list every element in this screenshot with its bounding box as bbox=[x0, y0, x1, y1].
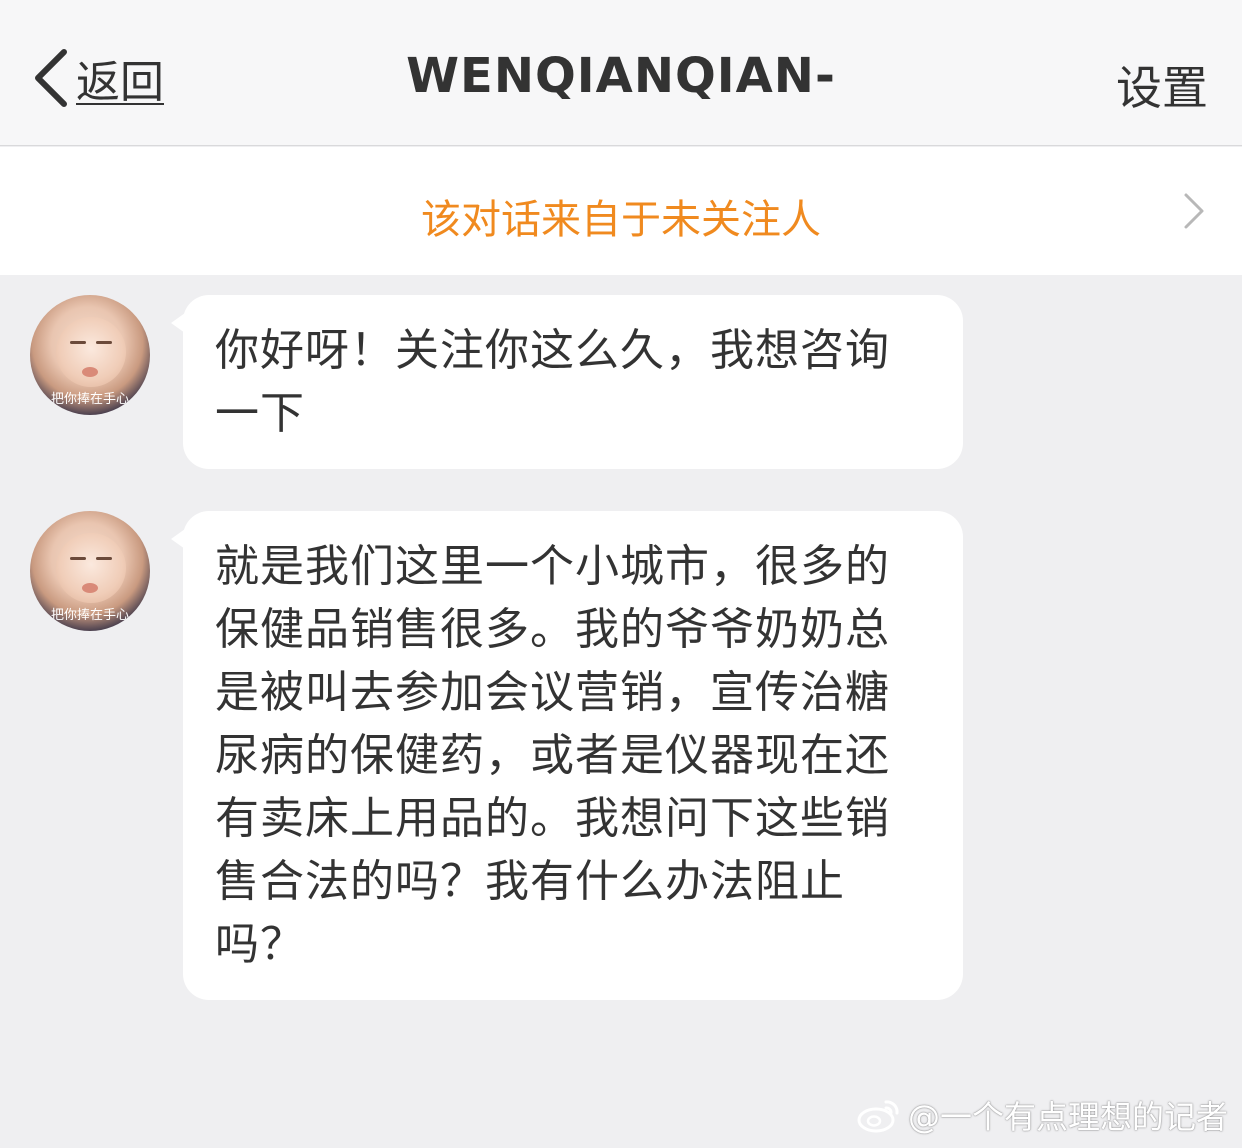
navigation-bar: 返回 WENQIANQIAN- 设置 bbox=[0, 0, 1242, 146]
settings-button[interactable]: 设置 bbox=[1116, 52, 1208, 118]
notice-text: 该对话来自于未关注人 bbox=[421, 197, 821, 243]
unfollowed-notice-banner[interactable]: 该对话来自于未关注人 bbox=[0, 147, 1242, 275]
weibo-logo-icon bbox=[857, 1100, 899, 1133]
avatar[interactable]: 把你捧在手心 bbox=[30, 295, 150, 415]
avatar[interactable]: 把你捧在手心 bbox=[30, 511, 150, 631]
message-text: 你好呀！关注你这么久，我想咨询一下 bbox=[215, 325, 890, 439]
message-text: 就是我们这里一个小城市，很多的保健品销售很多。我的爷爷奶奶总是被叫去参加会议营销… bbox=[215, 541, 890, 970]
conversation-title: WENQIANQIAN- bbox=[406, 48, 836, 104]
avatar-caption: 把你捧在手心 bbox=[50, 392, 129, 407]
avatar-caption: 把你捧在手心 bbox=[50, 608, 129, 623]
message-bubble[interactable]: 你好呀！关注你这么久，我想咨询一下 bbox=[171, 295, 963, 469]
watermark-text: @一个有点理想的记者 bbox=[907, 1098, 1228, 1136]
message-bubble[interactable]: 就是我们这里一个小城市，很多的保健品销售很多。我的爷爷奶奶总是被叫去参加会议营销… bbox=[171, 511, 963, 1000]
chevron-right-icon bbox=[1184, 193, 1204, 229]
weibo-watermark: @一个有点理想的记者 bbox=[856, 1092, 1228, 1138]
